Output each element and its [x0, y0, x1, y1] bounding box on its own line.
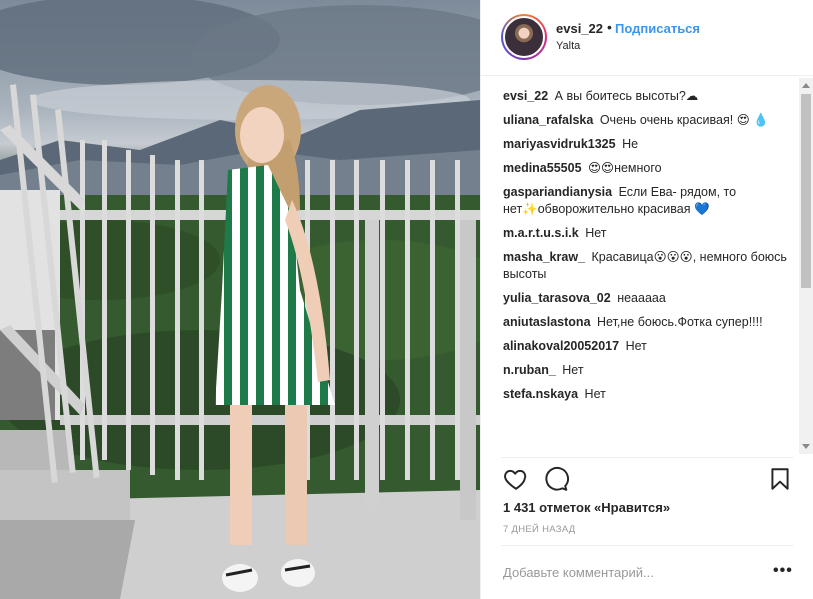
comment-item: masha_kraw_ Красавица😮😮😮, немного боюсь …	[503, 249, 793, 283]
comment-item: m.a.r.t.u.s.i.k Нет	[503, 225, 793, 242]
comment-username[interactable]: n.ruban_	[503, 363, 556, 377]
comment-item: uliana_rafalska Очень очень красивая! 😍 …	[503, 112, 793, 129]
comment-username[interactable]: medina55505	[503, 161, 582, 175]
avatar[interactable]	[501, 14, 547, 60]
comment-text: Нет	[585, 226, 607, 240]
heart-icon[interactable]	[503, 466, 529, 492]
comment-text: неааааа	[617, 291, 666, 305]
post-date[interactable]: 7 ДНЕЙ НАЗАД	[503, 524, 576, 535]
post-photo[interactable]	[0, 0, 480, 599]
post-sidebar: evsi_22 • Подписаться Yalta evsi_22 А вы…	[480, 0, 813, 599]
scroll-down-arrow-icon[interactable]	[802, 444, 810, 449]
photo-illustration	[0, 0, 480, 599]
comment-username[interactable]: alinakoval20052017	[503, 339, 619, 353]
comment-username[interactable]: evsi_22	[503, 89, 548, 103]
post-actions	[481, 462, 813, 496]
comment-item: yulia_tarasova_02 неааааа	[503, 290, 793, 307]
comment-text: Нет,не боюсь.Фотка супер!!!!	[597, 315, 763, 329]
comment-text: Нет	[562, 363, 584, 377]
comment-text: Очень очень красивая! 😍 💧	[599, 113, 769, 127]
comment-text: 😍😍немного	[588, 161, 662, 175]
separator-dot: •	[607, 19, 612, 35]
comment-text: А вы боитесь высоты?☁	[554, 89, 699, 103]
comment-item: n.ruban_ Нет	[503, 362, 793, 379]
comment-text: Нет	[625, 339, 647, 353]
divider	[501, 457, 794, 458]
comment-icon[interactable]	[543, 466, 569, 492]
bookmark-icon[interactable]	[767, 466, 793, 492]
comment-username[interactable]: yulia_tarasova_02	[503, 291, 611, 305]
comments-scrollbar[interactable]	[799, 78, 813, 454]
comment-item: medina55505 😍😍немного	[503, 160, 793, 177]
comment-username[interactable]: masha_kraw_	[503, 250, 585, 264]
comment-item: gaspariandianysia Если Ева- рядом, то не…	[503, 184, 793, 218]
comment-username[interactable]: mariyasvidruk1325	[503, 137, 616, 151]
post-header: evsi_22 • Подписаться Yalta	[481, 0, 813, 76]
comment-username[interactable]: uliana_rafalska	[503, 113, 593, 127]
comment-username[interactable]: m.a.r.t.u.s.i.k	[503, 226, 579, 240]
post-username[interactable]: evsi_22	[556, 21, 603, 36]
avatar-image	[503, 16, 545, 58]
comment-item: mariyasvidruk1325 Не	[503, 136, 793, 153]
follow-button[interactable]: Подписаться	[615, 21, 700, 36]
comment-item: stefa.nskaya Нет	[503, 386, 793, 403]
scrollbar-thumb[interactable]	[801, 94, 811, 288]
likes-count[interactable]: 1 431 отметок «Нравится»	[503, 500, 670, 515]
comment-username[interactable]: gaspariandianysia	[503, 185, 612, 199]
comment-item: alinakoval20052017 Нет	[503, 338, 793, 355]
post-location[interactable]: Yalta	[556, 40, 580, 52]
comment-username[interactable]: stefa.nskaya	[503, 387, 578, 401]
more-options-icon[interactable]: •••	[773, 562, 793, 580]
comment-item: aniutaslastona Нет,не боюсь.Фотка супер!…	[503, 314, 793, 331]
comment-username[interactable]: aniutaslastona	[503, 315, 591, 329]
add-comment-input[interactable]	[503, 562, 743, 582]
comment-item: evsi_22 А вы боитесь высоты?☁	[503, 88, 793, 105]
comment-text: Нет	[584, 387, 606, 401]
scroll-up-arrow-icon[interactable]	[802, 83, 810, 88]
divider	[501, 545, 794, 546]
comments-list[interactable]: evsi_22 А вы боитесь высоты?☁ uliana_raf…	[503, 88, 793, 456]
comment-text: Не	[622, 137, 639, 151]
